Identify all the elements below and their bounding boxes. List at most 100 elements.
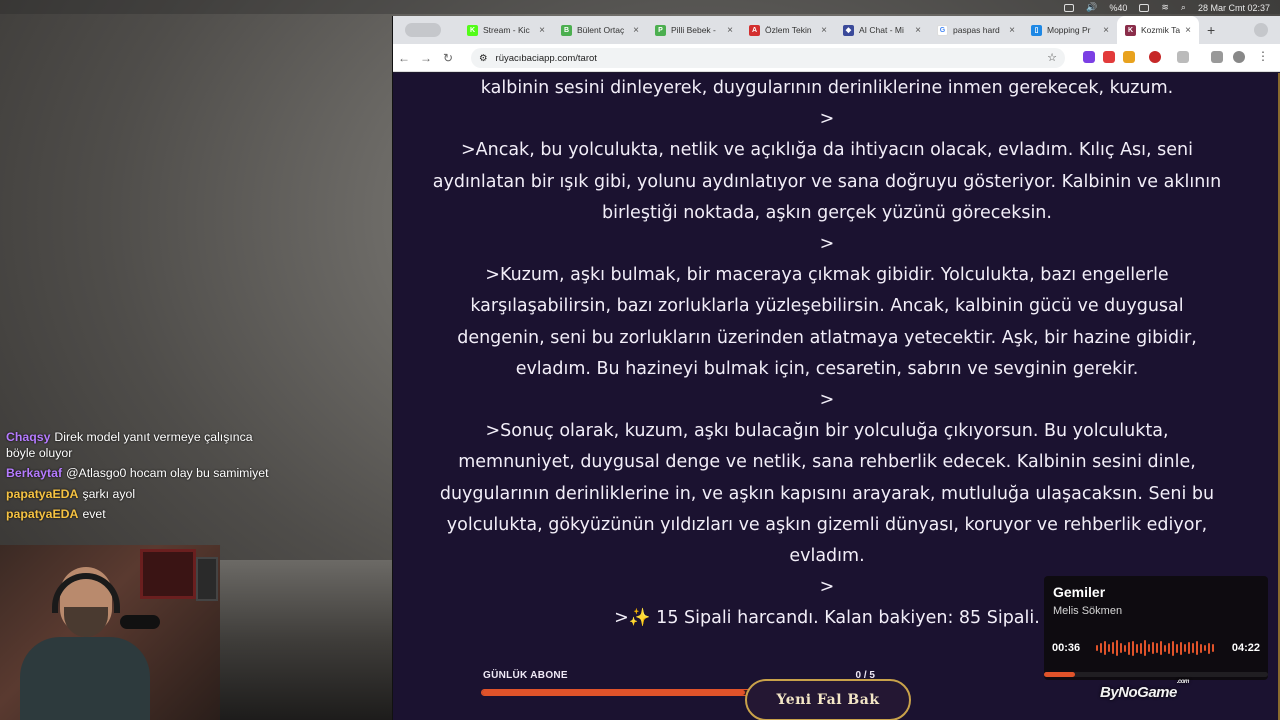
chat-message: papatyaEDA evet (6, 507, 276, 523)
profile-avatar-icon[interactable] (1233, 51, 1245, 63)
reading-paragraph: >Ancak, bu yolculukta, netlik ve açıklığ… (432, 140, 1222, 223)
extension-icon-3[interactable] (1123, 51, 1135, 63)
reading-paragraph: >Kuzum, aşkı bulmak, bir maceraya çıkmak… (457, 265, 1197, 379)
waveform-bar (1184, 644, 1186, 652)
search-icon[interactable]: ⌕ (1181, 2, 1186, 13)
chat-username[interactable]: Berkaytaf (6, 466, 62, 480)
tab-title: Bülent Ortaç (577, 25, 625, 35)
address-bar[interactable]: ⚙ rüyacıbaciapp.com/tarot ☆ (471, 48, 1065, 68)
brand-logo: ByNoGame.com (1100, 679, 1189, 701)
reading-separator: > (819, 390, 835, 411)
tab-search-button[interactable] (1254, 23, 1268, 37)
tab-title: AI Chat - Mi (859, 25, 904, 35)
waveform-bar (1204, 645, 1206, 651)
battery-icon[interactable] (1139, 3, 1150, 12)
tab-favicon-icon: B (561, 24, 572, 36)
browser-tab[interactable]: Gpaspas hard × (929, 16, 1023, 44)
extensions-puzzle-icon[interactable] (1177, 51, 1189, 63)
chat-text: evet (82, 507, 106, 521)
chat-username[interactable]: papatyaEDA (6, 487, 78, 501)
browser-tab[interactable]: K Stream - Kic × (459, 16, 553, 44)
waveform-bar (1196, 641, 1198, 655)
stream-chat: Chaqsy Direk model yanıt vermeye çalışınc… (6, 430, 276, 528)
waveform-bar (1116, 640, 1118, 656)
bookmark-star-icon[interactable]: ☆ (1047, 51, 1057, 64)
tab-close-icon[interactable]: × (1103, 25, 1109, 36)
wifi-icon[interactable]: ≋ (1161, 2, 1169, 13)
headset-icon (52, 573, 120, 613)
waveform-bar (1212, 644, 1214, 652)
volume-icon[interactable]: 🔊 (1086, 2, 1097, 13)
tab-favicon-icon: K (467, 24, 478, 36)
waveform-bar (1148, 644, 1150, 652)
browser-tab[interactable]: A Özlem Tekin × (741, 16, 835, 44)
chat-username[interactable]: papatyaEDA (6, 507, 78, 521)
reload-icon[interactable]: ↻ (437, 51, 459, 65)
tab-favicon-icon: K (1125, 24, 1136, 36)
browser-menu-icon[interactable]: ⋮ (1257, 50, 1269, 63)
tab-title: Mopping Pr (1047, 25, 1091, 35)
waveform-bar (1120, 643, 1122, 653)
waveform-bar (1176, 643, 1178, 653)
new-tab-button[interactable]: + (1207, 22, 1215, 38)
browser-tab[interactable]: P Pilli Bebek - × (647, 16, 741, 44)
daily-subscriber-label: GÜNLÜK ABONE (483, 670, 568, 681)
back-icon[interactable]: ← (393, 51, 415, 65)
tab-favicon-icon: ▯ (1031, 24, 1042, 36)
tab-title: Kozmik Taro (1141, 25, 1181, 35)
tab-close-icon[interactable]: × (539, 25, 545, 36)
waveform-bar (1096, 645, 1098, 651)
chat-message: Chaqsy Direk model yanıt vermeye çalışınc… (6, 430, 276, 461)
brand-name: ByNoGame (1100, 684, 1177, 701)
tab-close-icon[interactable]: × (727, 25, 733, 36)
track-duration: 04:22 (1231, 642, 1260, 654)
tab-close-icon[interactable]: × (633, 25, 639, 36)
tab-close-icon[interactable]: × (1185, 25, 1191, 36)
tab-close-icon[interactable]: × (1009, 25, 1015, 36)
tab-favicon-icon: P (655, 24, 666, 36)
song-progress-fill (1044, 672, 1076, 677)
browser-tab[interactable]: K Kozmik Taro × (1117, 16, 1199, 44)
waveform-bar (1152, 642, 1154, 654)
tab-overview-button[interactable] (405, 23, 441, 37)
browser-toolbar: ← → ↻ ⚙ rüyacıbaciapp.com/tarot ☆ ⋮ (393, 44, 1280, 72)
forward-icon[interactable]: → (415, 51, 437, 65)
new-reading-button[interactable]: Yeni Fal Bak (745, 679, 911, 720)
brand-suffix: .com (1176, 679, 1190, 685)
reading-paragraph: >Sonuç olarak, kuzum, aşkı bulacağın bir… (439, 421, 1215, 567)
extension-icon-4[interactable] (1149, 51, 1161, 63)
browser-tab[interactable]: B Bülent Ortaç × (553, 16, 647, 44)
song-artist: Melis Sökmen (1053, 605, 1123, 617)
now-playing-widget: Gemiler Melis Sökmen 00:36 04:22 (1044, 576, 1268, 680)
waveform-bar (1128, 641, 1130, 655)
url-text: rüyacıbaciapp.com/tarot (495, 52, 597, 64)
reading-separator: > (819, 234, 835, 255)
browser-tab[interactable]: ▯ Mopping Pr × (1023, 16, 1117, 44)
extension-icon-2[interactable] (1103, 51, 1115, 63)
datetime[interactable]: 28 Mar Cmt 02:37 (1198, 3, 1270, 13)
site-info-icon[interactable]: ⚙ (479, 53, 488, 64)
webcam-feed (0, 545, 220, 720)
browser-tab[interactable]: ◆ AI Chat - Mi × (835, 16, 929, 44)
waveform-bar (1208, 642, 1210, 654)
tab-close-icon[interactable]: × (821, 25, 827, 36)
waveform-bar (1164, 644, 1166, 652)
tab-title: Stream - Kic (483, 25, 530, 35)
chat-username[interactable]: Chaqsy (6, 430, 50, 444)
download-icon[interactable] (1211, 51, 1223, 63)
waveform-bar (1104, 641, 1106, 655)
waveform-bar (1100, 643, 1102, 653)
reading-paragraph: kalbinin sesini dinleyerek, duygularının… (480, 78, 1174, 98)
chat-text: şarkı ayol (82, 486, 136, 501)
macos-menubar: 🔊 %40 ≋ ⌕ 28 Mar Cmt 02:37 (0, 0, 1280, 14)
waveform-bar (1168, 642, 1170, 654)
screen-icon[interactable] (1064, 3, 1075, 12)
tab-favicon-icon: A (749, 24, 760, 36)
wall-poster (140, 549, 196, 599)
wall-frame (196, 557, 218, 601)
tab-close-icon[interactable]: × (915, 25, 921, 36)
waveform-bar (1112, 642, 1114, 654)
tab-title: paspas hard (953, 25, 1000, 35)
extension-icon-1[interactable] (1083, 51, 1095, 63)
daily-subscriber-fill (482, 690, 745, 695)
